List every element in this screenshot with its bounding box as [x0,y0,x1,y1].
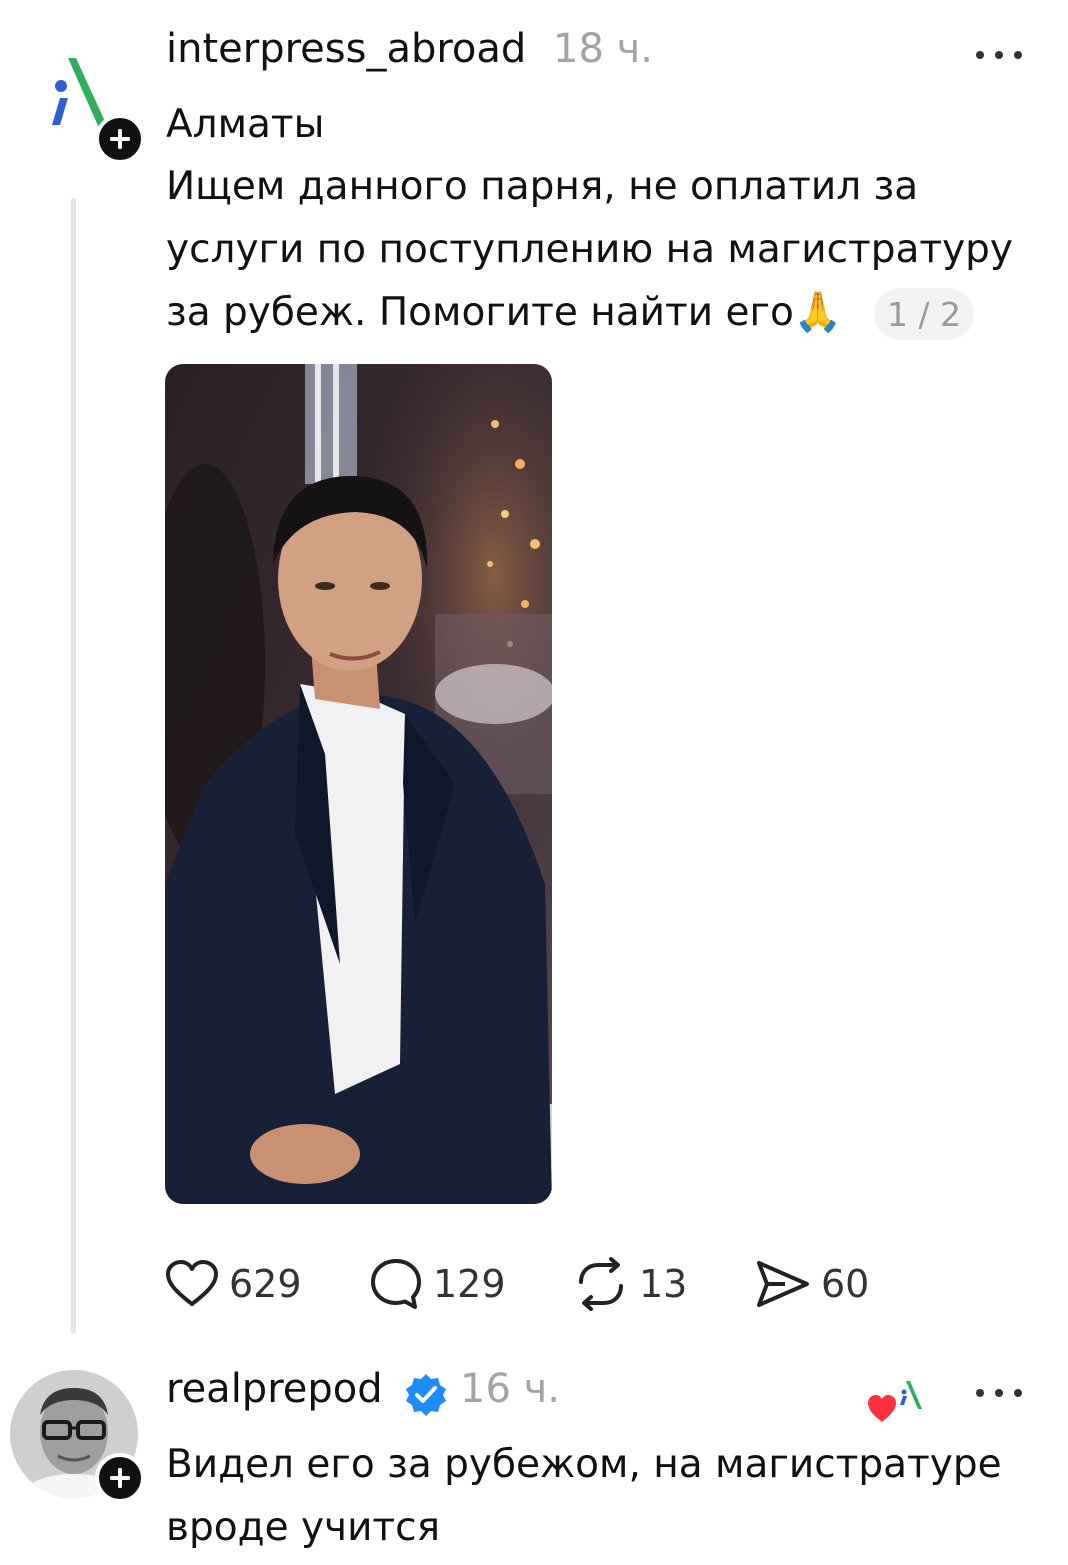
post-text-line-3-content: за рубеж. Помогите найти его [166,290,794,335]
avatar-interpress-abroad[interactable] [30,50,110,130]
post-text-line-3: за рубеж. Помогите найти его🙏 [166,282,842,344]
like-count: 629 [229,1262,302,1306]
share-count: 60 [821,1262,870,1306]
repost-button[interactable]: 13 [573,1254,687,1314]
reply-text-line-1: Видел его за рубежом, на магистратуре [166,1442,1002,1487]
heart-icon [166,1260,218,1306]
repost-icon [579,1257,623,1311]
post-location: Алматы [166,102,325,147]
follow-plus-button-reply[interactable] [95,1453,145,1503]
post-text-line-2: услуги по поступлению на магистратуру [166,227,1014,272]
share-button[interactable]: 60 [755,1254,869,1314]
post-username[interactable]: interpress_abroad [166,26,526,72]
follow-plus-button[interactable] [95,114,145,164]
thread-connector-line [71,198,76,1334]
reply-timestamp: 16 ч. [460,1366,560,1412]
comment-button[interactable]: 129 [369,1254,506,1314]
reply-username[interactable]: realprepod [166,1366,383,1412]
plus-icon [110,1468,130,1488]
reply-text-line-2: вроде учится [166,1505,441,1550]
comment-bubble-icon [371,1259,421,1309]
comment-count: 129 [433,1262,506,1306]
photo-man-in-suit-image [165,364,552,1204]
send-icon [757,1261,809,1307]
like-button[interactable]: 629 [165,1254,302,1314]
repost-count: 13 [639,1262,688,1306]
verified-badge-icon [406,1374,446,1416]
more-dots-icon[interactable] [976,48,1022,62]
liked-by-author-indicator [866,1378,924,1426]
post-text-line-1: Ищем данного парня, не оплатил за [166,164,919,209]
post-photo[interactable] [165,364,552,1204]
media-counter-badge: 1 / 2 [874,288,974,340]
praying-hands-emoji: 🙏 [793,290,843,335]
plus-icon [110,129,130,149]
more-dots-icon[interactable] [976,1386,1022,1400]
liked-by-author-icon [868,1381,922,1422]
interpress-logo-icon [52,58,108,128]
post-timestamp: 18 ч. [553,26,653,72]
